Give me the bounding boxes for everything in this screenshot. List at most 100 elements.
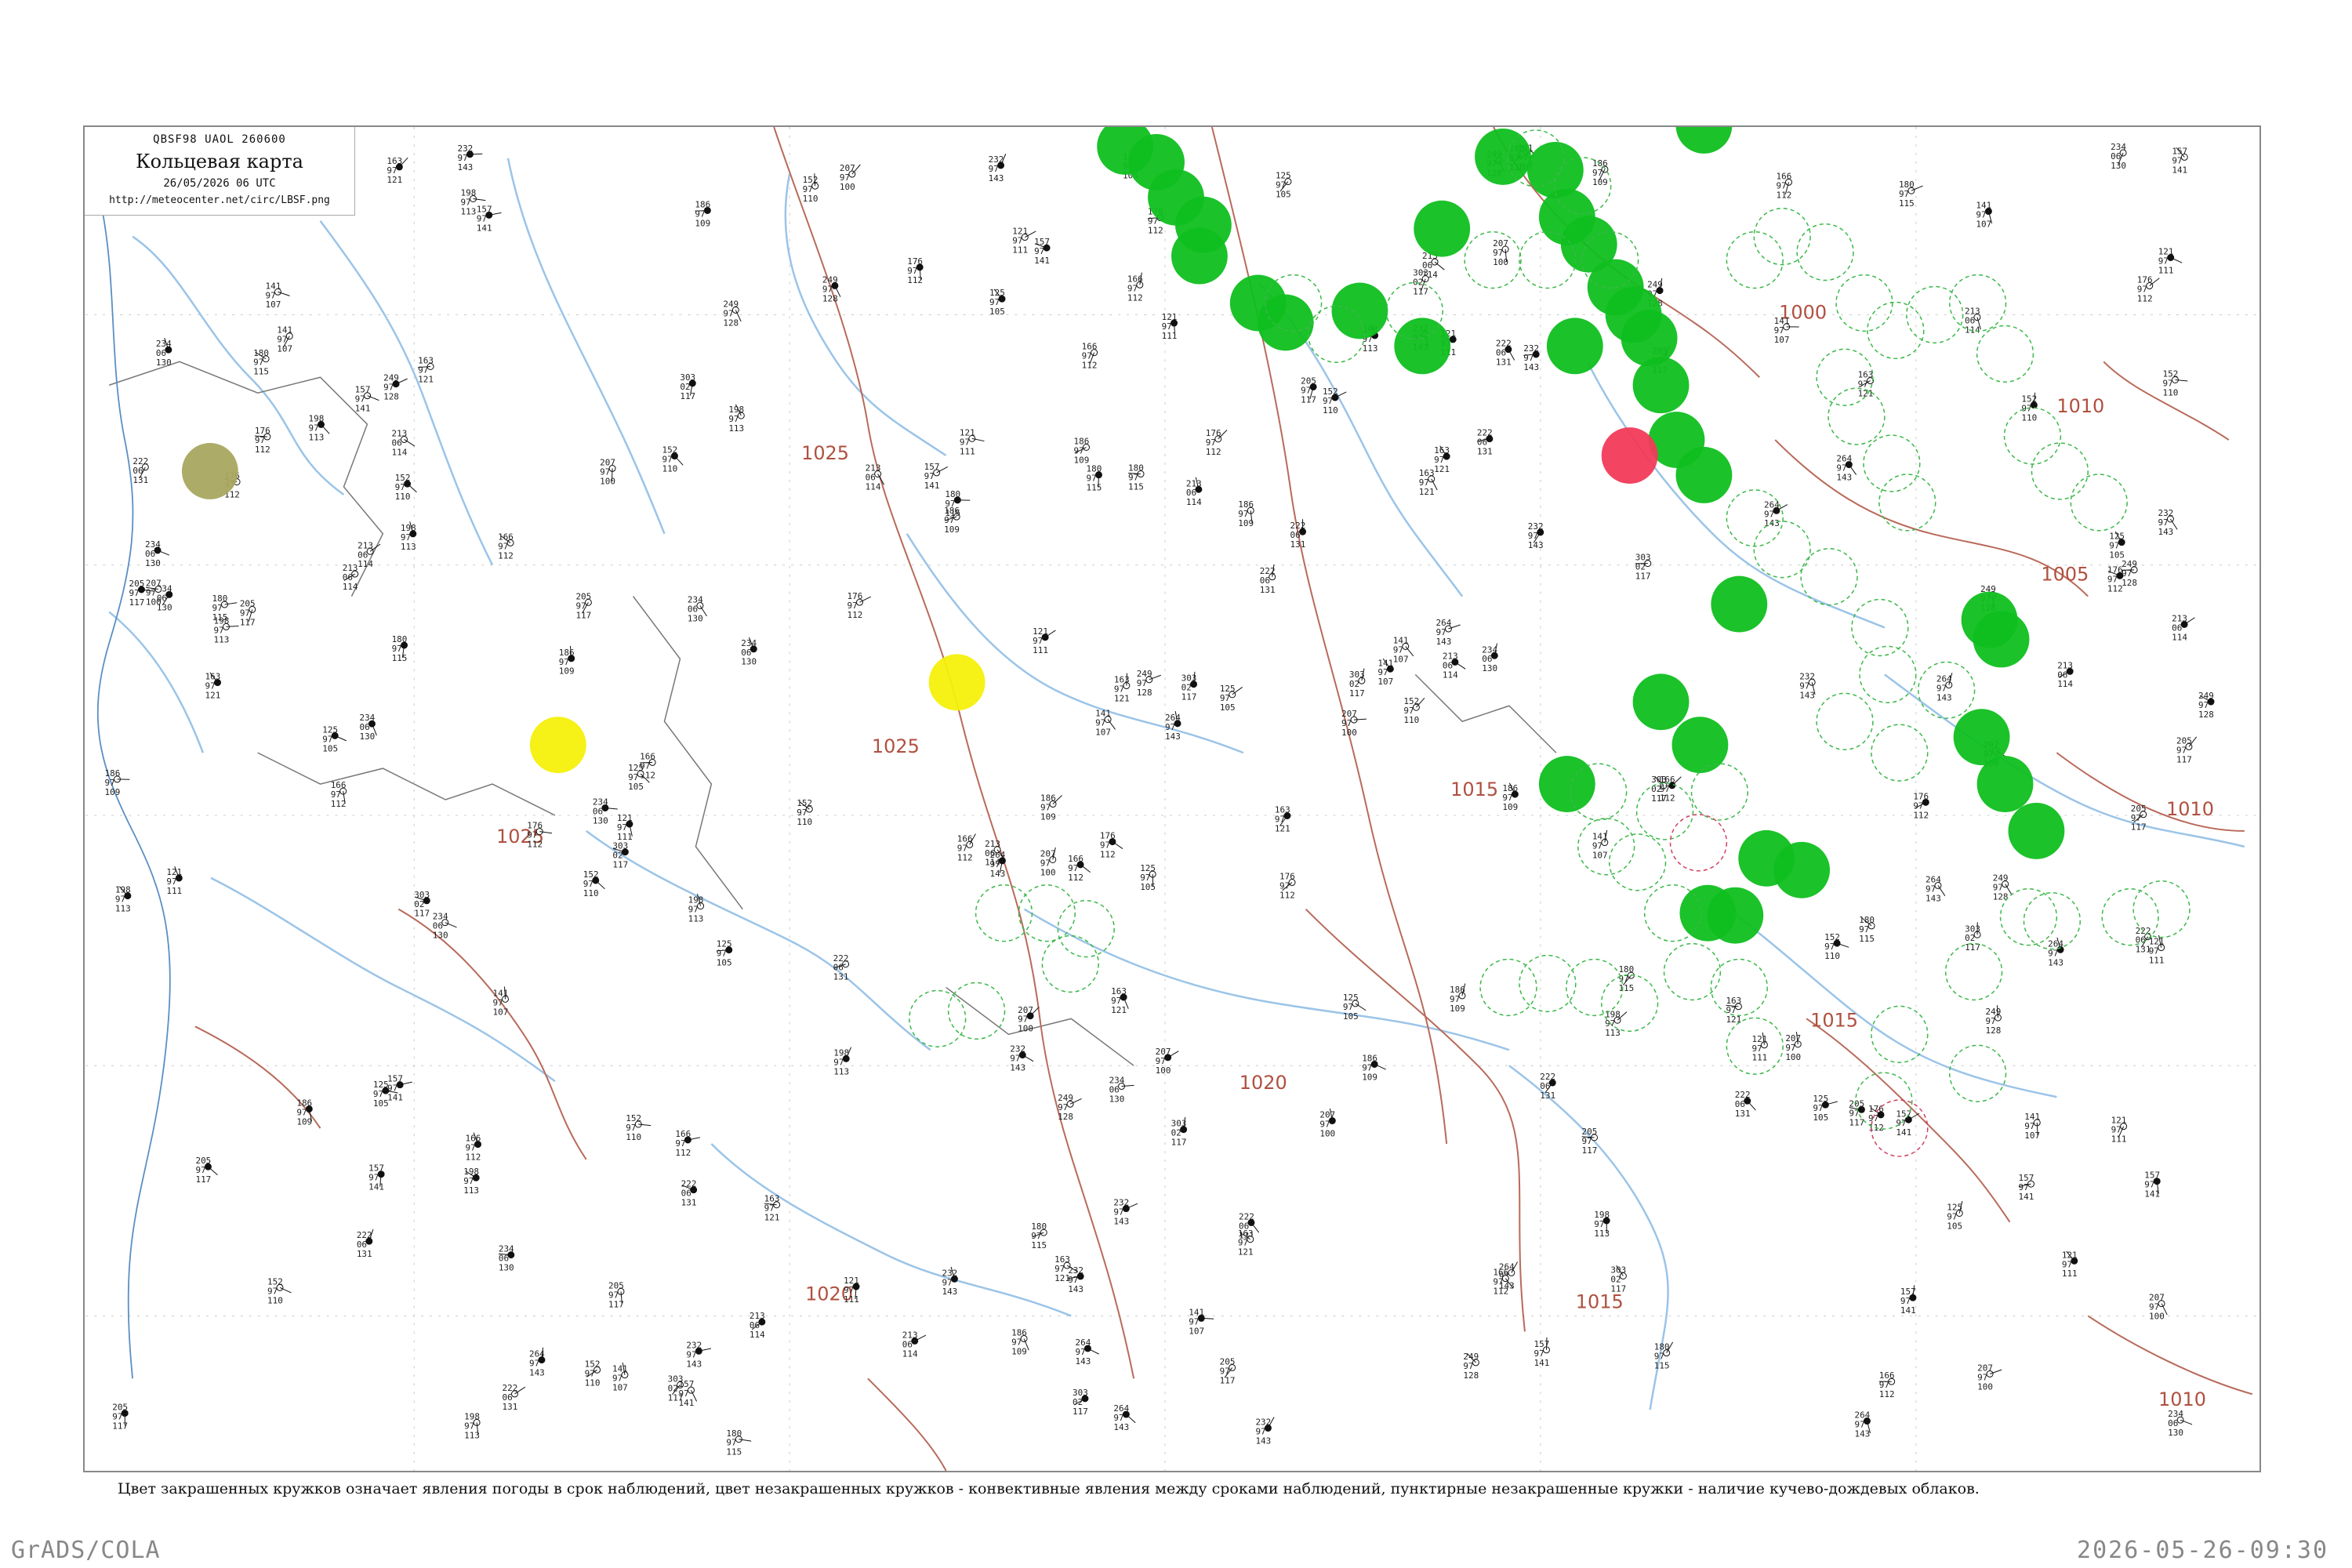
station-plot: 12597105 — [717, 939, 733, 968]
station-value: 112 — [1127, 292, 1143, 303]
station-value: 117 — [680, 391, 695, 401]
station-value: 105 — [717, 958, 732, 968]
station-value: 117 — [612, 860, 628, 870]
precip-circle — [1675, 127, 1733, 154]
weather-circles — [181, 127, 2190, 1157]
station-plot: 23297143 — [1799, 671, 1816, 700]
station-plot: 20797100 — [1977, 1363, 2002, 1392]
station-plot: 21306114 — [1443, 651, 1466, 680]
station-value: 112 — [2107, 583, 2123, 593]
wind-barb — [404, 439, 416, 447]
station-plot: 26497143 — [1926, 874, 1946, 903]
station-value: 109 — [1502, 802, 1518, 812]
station-value: 121 — [1275, 823, 1290, 833]
station-plot: 23406130 — [499, 1244, 515, 1273]
station-value: 109 — [105, 787, 121, 797]
map-title-box: QBSF98 UAOL 260600 Кольцевая карта 26/05… — [85, 127, 355, 216]
station-value: 109 — [1592, 177, 1608, 187]
station-value: 121 — [205, 691, 221, 701]
station-plot: 30302117 — [1349, 668, 1366, 699]
station-value: 143 — [1010, 1063, 1025, 1073]
station-plot: 16697112 — [331, 780, 347, 809]
station-value: 121 — [764, 1213, 780, 1223]
station-value: 113 — [728, 423, 744, 434]
station-plot: 24997128 — [1137, 669, 1161, 698]
station-value: 131 — [1477, 447, 1493, 457]
station-plot: 22206131 — [503, 1383, 526, 1412]
station-plot: 15297110 — [2163, 368, 2188, 397]
thunder-circle — [1601, 427, 1658, 484]
source-url[interactable]: http://meteocenter.net/circ/LBSF.png — [85, 194, 354, 206]
station-plot: 23297143 — [457, 143, 483, 172]
station-plot: 16397121 — [387, 156, 408, 185]
station-value: 117 — [1849, 1117, 1864, 1127]
station-plot: 16697112 — [675, 1129, 701, 1158]
station-plot: 18097115 — [253, 348, 270, 377]
station-plot: 16697112 — [1127, 272, 1144, 303]
station-plot: 20597117 — [240, 598, 256, 627]
station-plot: 14197107 — [277, 325, 293, 354]
station-plot: 19897113 — [728, 404, 745, 434]
station-plot: 21306114 — [2057, 660, 2074, 689]
cb-ring — [2031, 442, 2089, 500]
station-plot: 17697112 — [848, 591, 872, 620]
station-value: 117 — [1635, 572, 1651, 582]
station-plot: 14197107 — [1189, 1307, 1214, 1336]
precip-circle — [1526, 141, 1584, 198]
station-plot: 22206131 — [1290, 519, 1307, 550]
station-plot: 23297143 — [1523, 343, 1540, 372]
isobar-labels: 1025 1025 1025 1020 1020 1015 1015 1015 … — [496, 301, 2214, 1410]
station-plot: 20797100 — [600, 457, 616, 486]
station-value: 112 — [1913, 810, 1929, 820]
station-value: 128 — [723, 318, 739, 328]
station-value: 113 — [463, 1185, 479, 1196]
station-plot: 15797141 — [1034, 237, 1051, 266]
station-value: 105 — [989, 307, 1005, 317]
station-value: 130 — [433, 931, 448, 941]
station-plot: 20797100 — [1018, 1005, 1040, 1034]
station-plot: 19897113 — [464, 1411, 481, 1440]
precip-circle — [1475, 128, 1531, 185]
station-value: 107 — [612, 1383, 628, 1393]
precip-circle — [1773, 841, 1831, 898]
station-plot: 17697112 — [2107, 564, 2124, 593]
station-value: 105 — [1140, 882, 1156, 892]
station-value: 100 — [600, 476, 615, 486]
station-plot: 26497143 — [1854, 1410, 1871, 1439]
precip-circle — [1671, 717, 1729, 774]
station-plot: 18697109 — [105, 768, 130, 797]
station-value: 130 — [359, 731, 375, 742]
station-plot: 12197111 — [166, 866, 183, 896]
station-plot: 26497143 — [1113, 1403, 1136, 1432]
station-plot: 22206131 — [1735, 1090, 1756, 1119]
station-plot: 15797141 — [2172, 146, 2188, 175]
station-value: 128 — [1058, 1112, 1073, 1122]
station-plot: 20797100 — [2149, 1293, 2168, 1322]
station-value: 131 — [132, 475, 148, 485]
station-plot: 30302117 — [1181, 671, 1198, 702]
precip-circle — [1394, 318, 1451, 375]
station-value: 111 — [2111, 1134, 2127, 1145]
station-plot: 24997128 — [1993, 873, 2013, 902]
station-value: 130 — [2111, 161, 2126, 171]
station-value: 143 — [1936, 693, 1952, 703]
station-value: 112 — [498, 550, 514, 561]
station-plot: 30302117 — [1610, 1265, 1627, 1294]
station-plot: 17697112 — [1206, 428, 1228, 457]
station-plot: 12197111 — [2158, 247, 2183, 275]
station-value: 105 — [1276, 190, 1291, 200]
station-plot: 18697109 — [559, 645, 575, 677]
station-value: 117 — [129, 597, 144, 608]
station-plot: 19897113 — [463, 1167, 480, 1196]
station-value: 110 — [583, 888, 599, 898]
precip-circle — [1171, 227, 1228, 285]
precip-circle — [1675, 447, 1733, 503]
station-plot: 16697112 — [466, 1132, 481, 1163]
station-plot: 26497143 — [1165, 711, 1181, 742]
station-value: 128 — [1985, 1025, 2001, 1036]
cb-ring — [1828, 387, 1886, 445]
precip-circle — [1331, 282, 1388, 339]
cb-ring — [909, 989, 967, 1048]
station-plot: 18097115 — [1128, 463, 1145, 492]
station-plot: 30302117 — [1073, 1388, 1089, 1417]
